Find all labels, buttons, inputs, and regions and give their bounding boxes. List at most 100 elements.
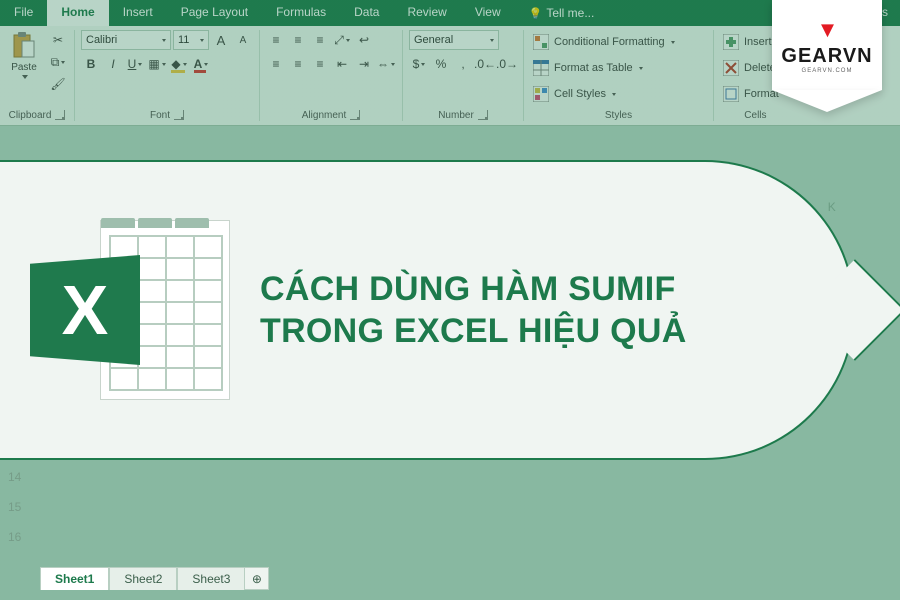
align-middle-button[interactable]: ≡ xyxy=(288,30,308,50)
tab-file[interactable]: File xyxy=(0,0,47,26)
cell-styles-label: Cell Styles xyxy=(554,88,606,100)
brand-sub: GEARVN.COM xyxy=(802,68,853,74)
row-numbers: 14 15 16 xyxy=(8,470,21,544)
dialog-launcher[interactable] xyxy=(174,110,184,120)
align-bottom-button[interactable]: ≡ xyxy=(310,30,330,50)
italic-button[interactable]: I xyxy=(103,54,123,74)
tell-me-label: Tell me... xyxy=(546,6,594,20)
merge-center-button[interactable]: ⇔ xyxy=(376,54,396,74)
increase-font-icon: A xyxy=(217,33,226,48)
decrease-indent-button[interactable]: ⇤ xyxy=(332,54,352,74)
tell-me[interactable]: Tell me... xyxy=(515,0,808,26)
chevron-down-icon xyxy=(22,75,28,79)
brand-name: GEARVN xyxy=(781,45,872,68)
group-label-alignment: Alignment xyxy=(302,110,346,121)
tab-page-layout[interactable]: Page Layout xyxy=(167,0,262,26)
fill-color-icon: ◆ xyxy=(171,57,180,71)
paste-button[interactable]: Paste xyxy=(6,30,42,81)
font-color-icon: A xyxy=(194,57,203,71)
borders-button[interactable]: ▦ xyxy=(147,54,167,74)
chevron-down-icon xyxy=(183,63,187,66)
align-top-icon: ≡ xyxy=(272,33,279,47)
align-center-button[interactable]: ≡ xyxy=(288,54,308,74)
dialog-launcher[interactable] xyxy=(478,110,488,120)
align-middle-icon: ≡ xyxy=(294,33,301,47)
chevron-down-icon xyxy=(490,39,494,42)
merge-icon: ⇔ xyxy=(377,57,389,71)
tab-review[interactable]: Review xyxy=(393,0,460,26)
paste-label: Paste xyxy=(11,62,37,73)
x-badge: X xyxy=(30,255,140,365)
increase-decimal-button[interactable]: .0← xyxy=(475,54,495,74)
comma-icon: , xyxy=(461,57,464,71)
align-bottom-icon: ≡ xyxy=(316,33,323,47)
fill-color-button[interactable]: ◆ xyxy=(169,54,189,74)
headline-line-1: CÁCH DÙNG HÀM SUMIF xyxy=(260,268,687,311)
group-label-number: Number xyxy=(438,110,474,121)
scissors-icon: ✂ xyxy=(53,33,63,47)
new-sheet-button[interactable]: ⊕ xyxy=(245,567,269,590)
paste-icon xyxy=(10,32,38,60)
group-number: General $ % , .0← .0→ Number xyxy=(403,30,524,121)
conditional-formatting-icon xyxy=(532,33,550,51)
dialog-launcher[interactable] xyxy=(350,110,360,120)
cell-styles-button[interactable]: Cell Styles xyxy=(530,82,677,106)
tab-formulas[interactable]: Formulas xyxy=(262,0,340,26)
conditional-formatting-button[interactable]: Conditional Formatting xyxy=(530,30,677,54)
gearvn-badge: ▼ GEARVN GEARVN.COM xyxy=(772,0,882,90)
sheet-tab-3[interactable]: Sheet3 xyxy=(177,567,245,590)
chevron-down-icon xyxy=(162,39,166,42)
chevron-down-icon xyxy=(671,41,675,44)
chevron-down-icon xyxy=(162,63,166,66)
sheet-tab-2[interactable]: Sheet2 xyxy=(109,567,177,590)
cell-styles-icon xyxy=(532,85,550,103)
font-size-select[interactable]: 11 xyxy=(173,30,209,50)
format-painter-button[interactable]: 🖌 xyxy=(48,74,68,94)
orientation-icon: ⤢ xyxy=(334,33,344,48)
font-name-select[interactable]: Calibri xyxy=(81,30,171,50)
comma-style-button[interactable]: , xyxy=(453,54,473,74)
delete-cells-icon xyxy=(722,59,740,77)
increase-font-size-button[interactable]: A xyxy=(211,30,231,50)
align-right-button[interactable]: ≡ xyxy=(310,54,330,74)
tab-insert[interactable]: Insert xyxy=(109,0,167,26)
tab-data[interactable]: Data xyxy=(340,0,393,26)
align-top-button[interactable]: ≡ xyxy=(266,30,286,50)
chevron-down-icon xyxy=(138,63,142,66)
wrap-text-button[interactable]: ↩ xyxy=(354,30,374,50)
bold-button[interactable]: B xyxy=(81,54,101,74)
headline-line-2: TRONG EXCEL HIỆU QUẢ xyxy=(260,310,687,353)
increase-indent-button[interactable]: ⇥ xyxy=(354,54,374,74)
chevron-down-icon xyxy=(61,61,65,64)
decrease-decimal-icon: .0→ xyxy=(496,57,518,71)
align-left-button[interactable]: ≡ xyxy=(266,54,286,74)
decrease-font-size-button[interactable]: A xyxy=(233,30,253,50)
font-size-value: 11 xyxy=(178,34,189,46)
format-as-table-button[interactable]: Format as Table xyxy=(530,56,677,80)
group-clipboard: Paste ✂ ⧉ 🖌 Clipboard xyxy=(0,30,75,121)
decrease-decimal-button[interactable]: .0→ xyxy=(497,54,517,74)
cut-button[interactable]: ✂ xyxy=(48,30,68,50)
percent-style-button[interactable]: % xyxy=(431,54,451,74)
copy-icon: ⧉ xyxy=(51,55,60,70)
decrease-font-icon: A xyxy=(240,35,247,46)
tab-home[interactable]: Home xyxy=(47,0,108,26)
number-format-value: General xyxy=(414,34,453,46)
copy-button[interactable]: ⧉ xyxy=(48,52,68,72)
dialog-launcher[interactable] xyxy=(55,110,65,120)
format-as-table-icon xyxy=(532,59,550,77)
borders-icon: ▦ xyxy=(148,57,159,71)
sheet-tab-1[interactable]: Sheet1 xyxy=(40,567,109,590)
increase-indent-icon: ⇥ xyxy=(359,57,369,71)
group-label-styles: Styles xyxy=(605,110,632,121)
title-card: X CÁCH DÙNG HÀM SUMIF TRONG EXCEL HIỆU Q… xyxy=(0,160,855,460)
accounting-format-button[interactable]: $ xyxy=(409,54,429,74)
number-format-select[interactable]: General xyxy=(409,30,499,50)
underline-button[interactable]: U xyxy=(125,54,145,74)
chevron-down-icon xyxy=(421,63,425,66)
font-color-button[interactable]: A xyxy=(191,54,211,74)
brush-icon: 🖌 xyxy=(50,77,65,91)
orientation-button[interactable]: ⤢ xyxy=(332,30,352,50)
currency-icon: $ xyxy=(413,57,420,71)
tab-view[interactable]: View xyxy=(461,0,515,26)
